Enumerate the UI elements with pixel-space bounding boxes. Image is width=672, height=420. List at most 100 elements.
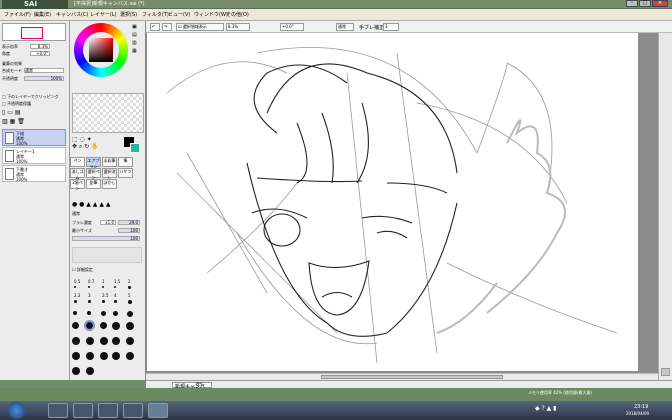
min-size-slider[interactable]: 100 [118, 228, 140, 233]
tool-binary-pen[interactable]: 2値ペン [70, 179, 85, 191]
hand-icon[interactable]: ✋ [91, 143, 98, 150]
tool-brush[interactable]: 筆 [118, 157, 133, 167]
move-icon[interactable]: ✥ [72, 143, 77, 150]
brush-shapes[interactable]: ● ● ▲ ▲ ▲ ▲ [72, 201, 144, 209]
menu-bar: ファイル(F) 編集(E) キャンバス(C) レイヤー(L) 選択(S) フィル… [0, 9, 672, 21]
rgb-mode-button[interactable]: ▤ [132, 31, 144, 39]
selection-visible-toggle[interactable]: ☑ 選択領域表示 [176, 23, 224, 31]
merge-icon[interactable]: ▥ [2, 118, 8, 125]
taskbar: ◆ ? ▲ ▮ 23:19 2018/04/09 [0, 401, 672, 420]
copy-layer-icon[interactable]: ▤ [15, 109, 21, 116]
trash-icon[interactable]: 🗑 [17, 118, 25, 125]
brush-density-label: ブラシ濃度 [72, 220, 92, 225]
tool-bucket[interactable]: バケツ [118, 168, 133, 178]
selection-tools: ⬚ ◌ ✦ ✥ ⌕ ↻ ✋ [72, 136, 112, 156]
menu-window[interactable]: ウィンドウ(W) [194, 11, 228, 18]
app-logo: SAI [2, 0, 68, 9]
color-wheel[interactable] [74, 23, 128, 77]
tool-eraser[interactable]: 消しゴム [70, 168, 85, 180]
angle-field[interactable]: +0.0° [280, 23, 304, 31]
maximize-button[interactable]: □ [639, 0, 651, 7]
layer-buttons-row1: ▯ ▭ ▤ [2, 109, 66, 118]
tool-pencil[interactable]: 鉛筆 [86, 179, 101, 189]
minimize-button[interactable]: – [626, 0, 638, 7]
redo-button[interactable]: ↷ [162, 23, 172, 31]
window-title: [不採択]新規キャンバス.sai (*) [74, 1, 145, 7]
tray-icons[interactable]: ◆ ? ▲ ▮ [535, 405, 556, 412]
clock-time: 23:19 [634, 404, 649, 410]
min-size-label: 最小サイズ [72, 228, 92, 233]
navigator-preview[interactable] [2, 23, 66, 41]
tool-select-pen[interactable]: 選択ペン [86, 168, 101, 180]
wand-icon[interactable]: ✦ [87, 136, 92, 143]
scroll-thumb[interactable] [321, 375, 503, 379]
menu-filter[interactable]: フィルタ(T) [142, 11, 169, 18]
menu-edit[interactable]: 編集(E) [34, 11, 51, 18]
menu-canvas[interactable]: キャンバス(C) [56, 11, 88, 18]
tool-select-erase[interactable]: 選択消し [102, 168, 117, 180]
left-panel: 表示倍率 8.3% 角度 +0.0° 乗算の効果 合成モード 通常 不透明度 1… [0, 21, 70, 380]
size-multiplier[interactable]: x1.0 [100, 220, 116, 225]
stabilizer-select[interactable]: 3 [383, 23, 399, 31]
drawing-canvas[interactable] [147, 33, 638, 371]
blend-mode-select[interactable]: 通常 [24, 68, 64, 73]
layer-item[interactable]: 下描 通常 100% [2, 129, 66, 146]
wheel-mode-button[interactable]: ▣ [132, 23, 144, 31]
canvas-toolbar: ↶ ↷ ☑ 選択領域表示 8.3% +0.0° 通常 手ブレ補正 3 [146, 21, 672, 33]
menu-select[interactable]: 選択(S) [120, 11, 137, 18]
taskbar-app[interactable] [98, 403, 118, 418]
layer-item[interactable]: 下書き 通常 100% [2, 165, 66, 182]
mode-select[interactable]: 通常 [336, 23, 354, 31]
color-swatches[interactable] [72, 93, 144, 133]
taskbar-media[interactable] [73, 403, 93, 418]
texture-settings[interactable] [72, 247, 142, 263]
stabilizer-label: 手ブレ補正 [359, 25, 385, 31]
start-button[interactable] [8, 402, 25, 419]
nav-zoom-label: 表示倍率 [2, 44, 18, 49]
new-folder-icon[interactable]: ▭ [7, 109, 13, 116]
nav-angle-label: 角度 [2, 51, 10, 56]
rotate-icon[interactable]: ↻ [84, 143, 89, 150]
tool-pen[interactable]: ペン [70, 157, 85, 167]
undo-button[interactable]: ↶ [150, 23, 160, 31]
layer-item[interactable]: レイヤー1 通常 100% [2, 147, 66, 164]
menu-layer[interactable]: レイヤー(L) [90, 11, 117, 18]
tool-blur[interactable]: ぼかし [102, 179, 117, 189]
swatch-mode-button[interactable]: ▦ [132, 47, 144, 55]
horizontal-scrollbar[interactable] [146, 373, 658, 380]
lasso-icon[interactable]: ◌ [80, 136, 85, 143]
clock-date: 2018/04/09 [626, 411, 650, 416]
taskbar-chrome[interactable] [123, 403, 143, 418]
title-bar: SAI [不採択]新規キャンバス.sai (*) – □ × [0, 0, 672, 9]
memory-usage: メモリ使用率 42% (使用量/最大量) [528, 390, 592, 395]
tool-watercolor[interactable]: 水彩筆 [102, 157, 117, 167]
brush-density-slider[interactable]: 100 [72, 236, 140, 241]
nav-angle-value[interactable]: +0.0° [30, 51, 50, 56]
menu-file[interactable]: ファイル(F) [4, 11, 31, 18]
brush-size-slider[interactable]: 29.0 [118, 220, 140, 225]
menu-other[interactable]: その他(O) [226, 11, 249, 18]
nav-zoom-value[interactable]: 8.3% [30, 44, 50, 49]
clipping-checkbox[interactable]: □ 下のレイヤーでクリッピング [2, 94, 59, 100]
opacity-label: 不透明度 [2, 76, 18, 81]
tool-panel: ▣ ▤ ▥ ▦ ⬚ ◌ ✦ ✥ ⌕ ↻ ✋ ペン エアブラシ 水彩筆 筆 消しゴ… [70, 21, 146, 380]
blend-mode-label: 合成モード [2, 68, 22, 73]
zoom-field[interactable]: 8.3% [226, 23, 250, 31]
hsv-mode-button[interactable]: ▥ [132, 39, 144, 47]
taskbar-sai[interactable] [148, 403, 168, 418]
detail-settings-toggle[interactable]: ☐ 詳細設定 [72, 267, 93, 273]
vertical-scrollbar[interactable] [658, 33, 672, 380]
sv-square[interactable] [89, 38, 113, 62]
zoom-icon[interactable]: ⌕ [79, 143, 82, 150]
new-layer-icon[interactable]: ▯ [2, 109, 5, 116]
layer-buttons-row2: ▥ ▦ 🗑 [2, 118, 66, 127]
close-button[interactable]: × [652, 0, 668, 7]
opacity-slider[interactable]: 100% [24, 76, 64, 81]
select-rect-icon[interactable]: ⬚ [72, 136, 78, 143]
clear-icon[interactable]: ▦ [10, 118, 16, 125]
taskbar-explorer[interactable] [48, 403, 68, 418]
secondary-color[interactable] [130, 143, 140, 153]
protect-checkbox[interactable]: □ 不透明度保護 [2, 101, 31, 107]
menu-view[interactable]: ビュー(V) [168, 11, 190, 18]
tool-airbrush[interactable]: エアブラシ [86, 157, 101, 169]
